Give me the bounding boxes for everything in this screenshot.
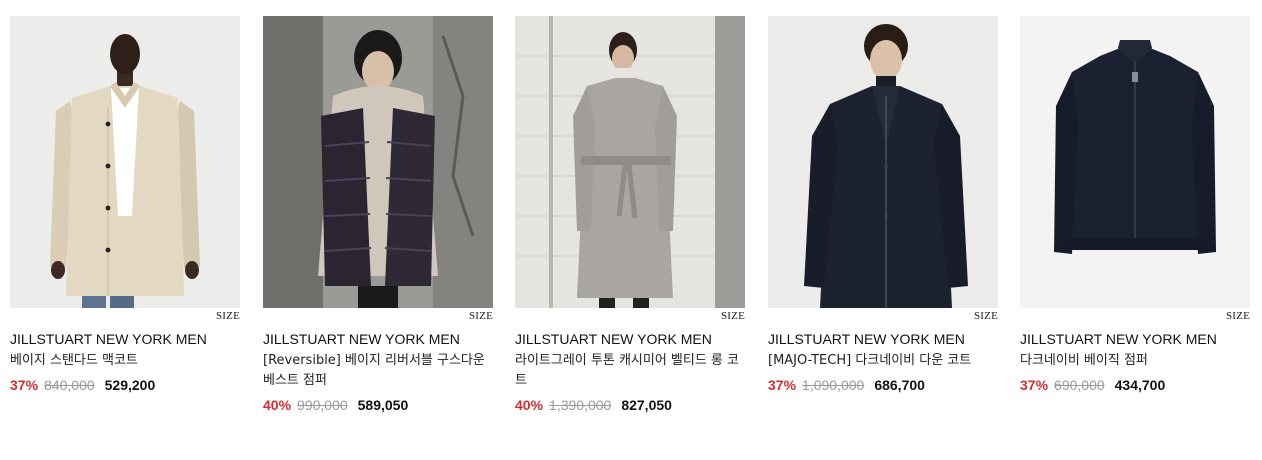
product-card[interactable]: SIZE JILLSTUART NEW YORK MEN [MAJO-TECH]… [768, 16, 998, 393]
product-image[interactable] [515, 16, 745, 308]
product-photo [768, 16, 998, 308]
product-image[interactable] [263, 16, 493, 308]
original-price: 690,000 [1054, 377, 1105, 393]
sale-price: 589,050 [357, 397, 409, 413]
product-brand[interactable]: JILLSTUART NEW YORK MEN [515, 331, 712, 347]
product-name[interactable]: 다크네이비 베이직 점퍼 [1020, 351, 1246, 371]
product-name[interactable]: 라이트그레이 투톤 캐시미어 벨티드 롱 코트 [515, 351, 741, 391]
sale-price: 434,700 [1114, 377, 1166, 393]
price-row: 37% 840,000 529,200 [10, 377, 155, 393]
sale-price: 686,700 [874, 377, 925, 393]
discount-rate: 40% [263, 397, 292, 413]
product-card[interactable]: SIZE JILLSTUART NEW YORK MEN 라이트그레이 투톤 캐… [515, 16, 745, 413]
price-row: 37% 690,000 434,700 [1020, 377, 1165, 393]
discount-rate: 37% [10, 377, 39, 393]
product-card[interactable]: SIZE JILLSTUART NEW YORK MEN 다크네이비 베이직 점… [1020, 16, 1250, 393]
size-label[interactable]: SIZE [721, 310, 745, 322]
product-image[interactable] [768, 16, 998, 308]
product-photo [263, 16, 493, 308]
product-brand[interactable]: JILLSTUART NEW YORK MEN [263, 331, 460, 347]
discount-rate: 37% [768, 377, 797, 393]
discount-rate: 37% [1020, 377, 1049, 393]
sale-price: 529,200 [104, 377, 156, 393]
size-label[interactable]: SIZE [974, 310, 998, 322]
product-card[interactable]: SIZE JILLSTUART NEW YORK MEN [Reversible… [263, 16, 493, 413]
price-row: 40% 990,000 589,050 [263, 397, 408, 413]
discount-rate: 40% [515, 397, 544, 413]
product-name[interactable]: [Reversible] 베이지 리버서블 구스다운 베스트 점퍼 [263, 351, 489, 391]
product-grid: SIZE JILLSTUART NEW YORK MEN 베이지 스탠다드 맥코… [0, 0, 1262, 460]
product-name[interactable]: [MAJO-TECH] 다크네이비 다운 코트 [768, 351, 994, 371]
original-price: 1,090,000 [802, 377, 865, 393]
original-price: 990,000 [297, 397, 348, 413]
price-row: 40% 1,390,000 827,050 [515, 397, 672, 413]
product-image[interactable] [10, 16, 240, 308]
product-brand[interactable]: JILLSTUART NEW YORK MEN [10, 331, 207, 347]
size-label[interactable]: SIZE [469, 310, 493, 322]
size-label[interactable]: SIZE [1226, 310, 1250, 322]
sale-price: 827,050 [621, 397, 672, 413]
product-photo [10, 16, 240, 308]
product-photo [515, 16, 745, 308]
size-label[interactable]: SIZE [216, 310, 240, 322]
original-price: 1,390,000 [549, 397, 612, 413]
original-price: 840,000 [44, 377, 95, 393]
product-brand[interactable]: JILLSTUART NEW YORK MEN [768, 331, 965, 347]
product-brand[interactable]: JILLSTUART NEW YORK MEN [1020, 331, 1217, 347]
product-card[interactable]: SIZE JILLSTUART NEW YORK MEN 베이지 스탠다드 맥코… [10, 16, 240, 393]
product-name[interactable]: 베이지 스탠다드 맥코트 [10, 351, 236, 371]
product-image[interactable] [1020, 16, 1250, 308]
product-photo [1020, 16, 1250, 308]
price-row: 37% 1,090,000 686,700 [768, 377, 925, 393]
